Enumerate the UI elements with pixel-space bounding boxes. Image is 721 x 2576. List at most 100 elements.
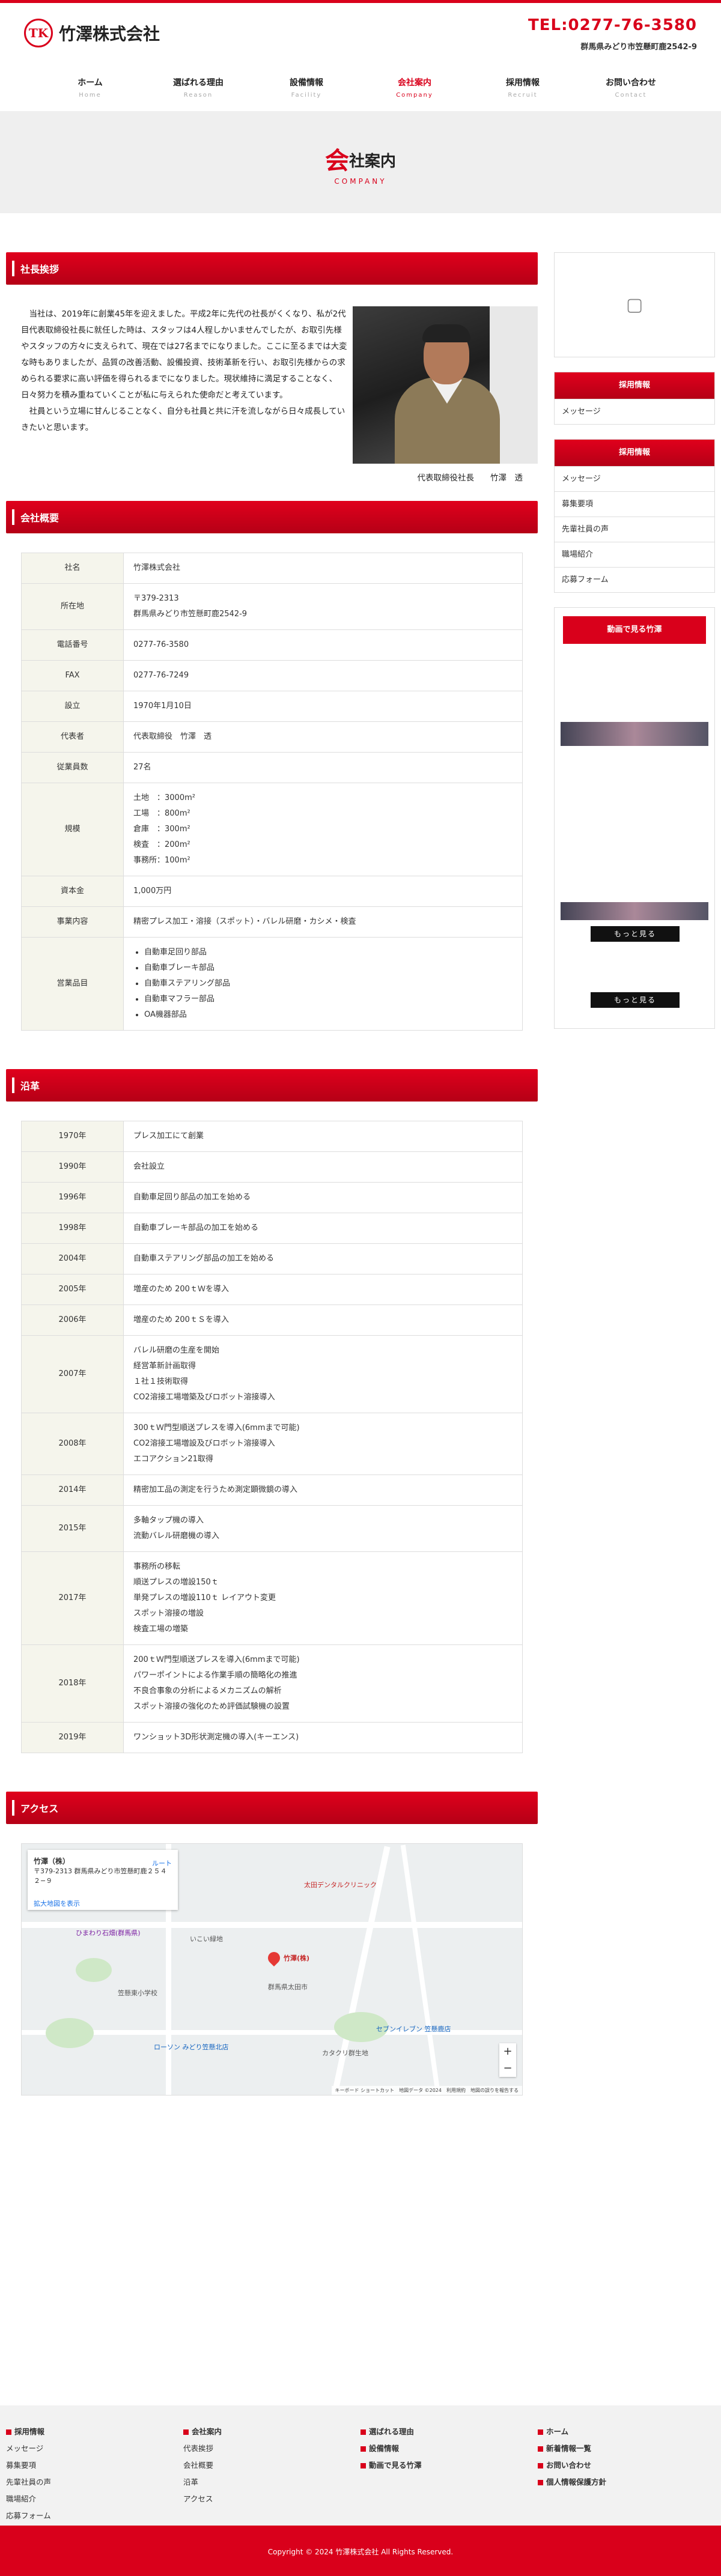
map-label: いこい緑地 [190, 1935, 223, 1943]
nav-home[interactable]: ホーム Home [36, 63, 144, 111]
table-value-line: 増産のため 200ｔＳを導入 [133, 1315, 229, 1324]
footer-link[interactable]: 応募フォーム [6, 2508, 183, 2524]
footer-link[interactable]: 代表挨拶 [183, 2440, 360, 2457]
footer-col-recruit: 採用情報 メッセージ 募集要項 先輩社員の声 職場紹介 応募フォーム [6, 2423, 183, 2520]
overview-table: 社名 竹澤株式会社 所在地 〒379-2313 群馬県みどり市笠懸町鹿2542-9 電話番… [21, 553, 523, 1031]
table-label-cell: 事業内容 [21, 906, 124, 938]
table-value-cell: 1970年1月10日 [123, 691, 523, 722]
table-label-cell: 2014年 [21, 1474, 124, 1506]
map-label: ひまわり石畑(群馬県) [76, 1929, 141, 1937]
footer-link[interactable]: 先輩社員の声 [6, 2474, 183, 2491]
more-button[interactable]: もっと見る [591, 926, 680, 942]
table-label-cell: 2007年 [21, 1335, 124, 1413]
table-label-cell: 2006年 [21, 1305, 124, 1336]
table-value-cell: 27名 [123, 752, 523, 783]
table-value-cell: 0277-76-7249 [123, 660, 523, 691]
copyright: Copyright © 2024 竹澤株式会社 All Rights Reser… [0, 2526, 721, 2576]
footer-link[interactable]: 会社案内 [183, 2423, 360, 2440]
table-value-line: 順送プレスの増設150ｔ [133, 1578, 219, 1587]
zoom-out-icon[interactable]: − [499, 2060, 516, 2077]
products-list: 自動車足回り部品自動車ブレーキ部品自動車ステアリング部品自動車マフラー部品OA機… [133, 945, 513, 1023]
table-value-cell: 〒379-2313 群馬県みどり市笠懸町鹿2542-9 [123, 583, 523, 630]
site-header: TK 竹澤株式会社 TEL:0277-76-3580 群馬県みどり市笠懸町鹿25… [0, 3, 721, 63]
table-label-cell: 2005年 [21, 1274, 124, 1305]
footer-link[interactable]: 動画で見る竹澤 [360, 2457, 538, 2474]
sidebar-item-message[interactable]: メッセージ [555, 466, 714, 491]
history-table: 1970年 プレス加工にて創業 1990年 会社設立 1996年 自動車足回り部品の加工を… [21, 1121, 523, 1753]
footer-link[interactable]: 設備情報 [360, 2440, 538, 2457]
footer-link[interactable]: 会社概要 [183, 2457, 360, 2474]
page-title-rest: 社案内 [348, 153, 396, 171]
table-value-cell: 増産のため 200ｔＳを導入 [123, 1305, 523, 1336]
google-map[interactable]: 竹澤（株） 〒379-2313 群馬県みどり市笠懸町鹿２５４２−９ 拡大地図を表… [21, 1843, 523, 2096]
product-item: 自動車マフラー部品 [144, 992, 513, 1007]
footer-link[interactable]: ホーム [538, 2423, 715, 2440]
zoom-in-icon[interactable]: + [499, 2043, 516, 2060]
logo[interactable]: TK 竹澤株式会社 [24, 19, 160, 47]
history-row: 1996年 自動車足回り部品の加工を始める [21, 1182, 523, 1213]
table-value-line: 精密プレス加工・溶接（スポット）・バレル研磨・カシメ・検査 [133, 917, 356, 926]
footer-col-home: ホーム 新着情報一覧 お問い合わせ 個人情報保護方針 [538, 2423, 715, 2508]
map-zoom-control[interactable]: + − [499, 2043, 516, 2077]
table-row: 社名 竹澤株式会社 [21, 553, 523, 584]
nav-reason[interactable]: 選ばれる理由 Reason [144, 63, 252, 111]
table-value-cell: 増産のため 200ｔＷを導入 [123, 1274, 523, 1305]
footer-link[interactable]: 職場紹介 [6, 2491, 183, 2508]
table-label-cell: 設立 [21, 691, 124, 722]
sidebar-item-workplace[interactable]: 職場紹介 [555, 542, 714, 567]
footer-link[interactable]: 個人情報保護方針 [538, 2474, 715, 2491]
table-label-cell: 従業員数 [21, 752, 124, 783]
table-value-line: 精密加工品の測定を行うため測定顕微鏡の導入 [133, 1485, 298, 1494]
table-value-line: エコアクション21取得 [133, 1455, 213, 1464]
table-value-cell: プレス加工にて創業 [123, 1121, 523, 1152]
table-value-line: バレル研磨の生産を開始 [133, 1346, 220, 1355]
map-label: 笠懸東小学校 [118, 1989, 157, 1997]
nav-label: ホーム [78, 78, 103, 88]
footer-link[interactable]: メッセージ [6, 2440, 183, 2457]
nav-contact[interactable]: お問い合わせ Contact [577, 63, 685, 111]
footer-link[interactable]: 募集要項 [6, 2457, 183, 2474]
footer-link[interactable]: お問い合わせ [538, 2457, 715, 2474]
table-value-line: スポット溶接の強化のため評価試験機の設置 [133, 1702, 290, 1711]
table-label-cell: 1970年 [21, 1121, 124, 1152]
sidebar: ▢ 採用情報 メッセージ 採用情報 メッセージ 募集要項 先輩社員の声 職場紹介… [554, 252, 715, 1029]
sidebar-item-message[interactable]: メッセージ [555, 399, 714, 424]
map-enlarge-link[interactable]: 拡大地図を表示 [34, 1899, 172, 1908]
sidebar-item-apply[interactable]: 応募フォーム [555, 567, 714, 592]
greeting-section: 当社は、2019年に創業45年を迎えました。平成2年に先代の社長がくくなり、私が… [6, 285, 538, 501]
header-address: 群馬県みどり市笠懸町鹿2542-9 [580, 43, 697, 52]
video-thumbnail[interactable] [561, 902, 708, 920]
table-row: FAX 0277-76-7249 [21, 660, 523, 691]
table-label-cell: 規模 [21, 783, 124, 876]
nav-recruit[interactable]: 採用情報 Recruit [469, 63, 577, 111]
footer-link[interactable]: 採用情報 [6, 2423, 183, 2440]
footer-link[interactable]: アクセス [183, 2491, 360, 2508]
table-value-line: 検査 ：200m² [133, 840, 190, 849]
main-content: 社長挨拶 当社は、2019年に創業45年を迎えました。平成2年に先代の社長がくく… [6, 252, 538, 2096]
nav-label: 選ばれる理由 [173, 78, 224, 88]
table-value-line: 1970年1月10日 [133, 702, 192, 711]
video-button[interactable]: 動画で見る竹澤 [563, 616, 706, 644]
nav-facility[interactable]: 設備情報 Facility [252, 63, 360, 111]
map-pin-icon[interactable] [265, 1949, 283, 1967]
video-thumbnail[interactable] [561, 722, 708, 746]
footer-link[interactable]: 新着情報一覧 [538, 2440, 715, 2457]
footer-link[interactable]: 選ばれる理由 [360, 2423, 538, 2440]
map-route-link[interactable]: ルート [152, 1858, 172, 1868]
sidebar-recruit-menu: 採用情報 メッセージ 募集要項 先輩社員の声 職場紹介 応募フォーム [554, 439, 715, 593]
sidebar-item-requirements[interactable]: 募集要項 [555, 491, 714, 517]
site-footer: 採用情報 メッセージ 募集要項 先輩社員の声 職場紹介 応募フォーム 会社案内 … [0, 2405, 721, 2526]
nav-company[interactable]: 会社案内 Company [360, 63, 469, 111]
broken-image-icon: ▢ [625, 294, 643, 315]
access-heading: アクセス [6, 1792, 538, 1824]
footer-link[interactable]: 沿革 [183, 2474, 360, 2491]
more-button[interactable]: もっと見る [591, 992, 680, 1008]
table-value-line: 27名 [133, 763, 151, 772]
table-value-cell: 精密加工品の測定を行うため測定顕微鏡の導入 [123, 1474, 523, 1506]
page-banner: 会社案内 COMPANY [0, 111, 721, 213]
table-value-line: 単発プレスの増設110ｔ レイアウト変更 [133, 1593, 276, 1602]
sidebar-item-voices[interactable]: 先輩社員の声 [555, 517, 714, 542]
header-tel[interactable]: TEL:0277-76-3580 [528, 16, 697, 34]
map-place-address: 〒379-2313 群馬県みどり市笠懸町鹿２５４２−９ [34, 1867, 167, 1885]
map-pin-label: 竹澤(株) [284, 1954, 310, 1962]
